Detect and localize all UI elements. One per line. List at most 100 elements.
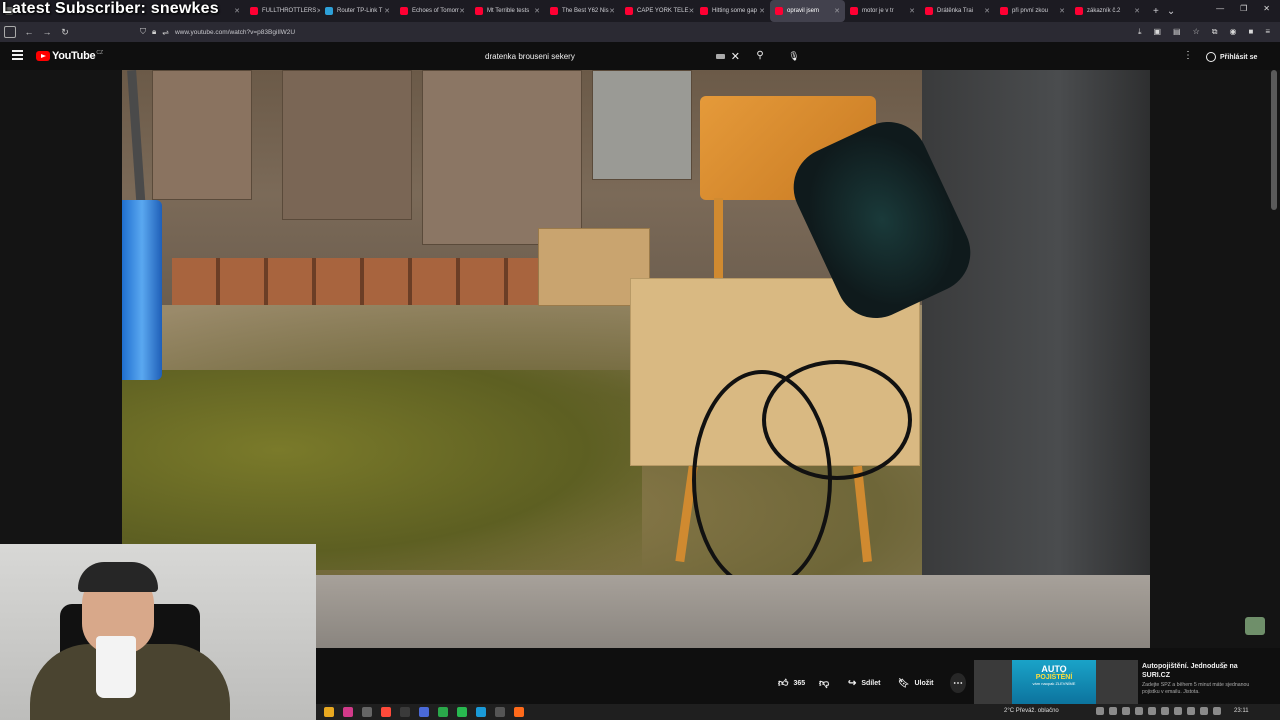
search-box[interactable]: dratenka brouseni sekery ✕ bbox=[476, 47, 746, 65]
voice-search-button[interactable]: 🎙︎ bbox=[786, 48, 802, 64]
close-tab-icon[interactable]: ✕ bbox=[1059, 7, 1065, 15]
close-tab-icon[interactable]: ✕ bbox=[834, 7, 840, 15]
restore-icon[interactable]: ❐ bbox=[1240, 4, 1247, 13]
wifi-icon[interactable] bbox=[1200, 707, 1208, 715]
reader-icon[interactable]: ▤ bbox=[1173, 27, 1181, 37]
ad-banner[interactable]: AUTO POJIŠTĚNÍ vám naopak ZLEVNÍME bbox=[1012, 660, 1096, 708]
app-icon[interactable] bbox=[438, 707, 448, 717]
sidebar-toggle-icon[interactable] bbox=[4, 26, 16, 38]
weather-widget[interactable]: 2°C Převáž. oblačno bbox=[1004, 708, 1059, 714]
account-icon[interactable]: ◉ bbox=[1230, 27, 1237, 37]
app-icon[interactable] bbox=[495, 707, 505, 717]
instagram-icon[interactable] bbox=[343, 707, 353, 717]
tab-11[interactable]: Drátěnka Trai ✕ bbox=[920, 0, 995, 22]
more-actions-button[interactable]: ⋯ bbox=[950, 673, 966, 693]
tab-active[interactable]: opravil jsem ✕ bbox=[770, 0, 845, 22]
close-tab-icon[interactable]: ✕ bbox=[234, 7, 240, 15]
save-button[interactable]: 🔖︎ Uložit bbox=[898, 673, 934, 693]
app-icon[interactable] bbox=[400, 707, 410, 717]
share-button[interactable]: ↪ Sdílet bbox=[848, 673, 880, 693]
tab-label: FULLTHROTTLERS bbox=[262, 8, 317, 14]
share-label: Sdílet bbox=[861, 679, 881, 687]
address-bar[interactable]: ⛉ 🔒︎ ⇌ www.youtube.com/watch?v=p83BgiIlW… bbox=[140, 24, 1120, 40]
youtube-favicon-icon bbox=[1075, 7, 1083, 15]
page-scrollbar[interactable] bbox=[1271, 70, 1277, 210]
like-button[interactable]: 👍︎ 365 bbox=[778, 673, 805, 693]
ad-title[interactable]: Autopojištění. Jednoduše na SURI.CZ bbox=[1142, 662, 1252, 680]
close-tab-icon[interactable]: ✕ bbox=[688, 7, 694, 15]
menu-icon[interactable]: ≡ bbox=[1265, 27, 1270, 37]
sign-in-label: Přihlásit se bbox=[1220, 53, 1258, 61]
tray-icon[interactable] bbox=[1109, 707, 1117, 715]
tab-10[interactable]: motor je v tr ✕ bbox=[845, 0, 920, 22]
close-tab-icon[interactable]: ✕ bbox=[759, 7, 765, 15]
close-tab-icon[interactable]: ✕ bbox=[909, 7, 915, 15]
youtube-favicon-icon bbox=[400, 7, 408, 15]
addon-icon[interactable]: ■ bbox=[1248, 27, 1253, 37]
close-tab-icon[interactable]: ✕ bbox=[984, 7, 990, 15]
edge-icon[interactable] bbox=[476, 707, 486, 717]
bookmark-star-icon[interactable]: ☆ bbox=[1193, 27, 1200, 37]
forward-icon[interactable]: → bbox=[38, 27, 56, 37]
tab-5[interactable]: Mt Terrible tests ✕ bbox=[470, 0, 545, 22]
minimize-icon[interactable]: — bbox=[1216, 4, 1224, 13]
tray-icon[interactable] bbox=[1187, 707, 1195, 715]
chevron-down-icon[interactable]: ⌄ bbox=[1167, 6, 1175, 17]
new-tab-icon[interactable]: + bbox=[1153, 6, 1159, 17]
tab-7[interactable]: CAPE YORK TELE ✕ bbox=[620, 0, 695, 22]
tab-6[interactable]: The Best Y62 Nis ✕ bbox=[545, 0, 620, 22]
search-input[interactable]: dratenka brouseni sekery bbox=[476, 52, 716, 61]
settings-kebab-icon[interactable]: ⋮ bbox=[1183, 51, 1193, 61]
tab-13[interactable]: zákazník č.2 ✕ bbox=[1070, 0, 1145, 22]
extensions-icon[interactable]: ⧉ bbox=[1212, 27, 1218, 37]
save-label: Uložit bbox=[914, 679, 934, 687]
taskbar-clock[interactable]: 23:11 bbox=[1234, 708, 1249, 714]
close-tab-icon[interactable]: ✕ bbox=[459, 7, 465, 15]
tray-icon[interactable] bbox=[1135, 707, 1143, 715]
keyboard-icon[interactable] bbox=[715, 53, 725, 59]
tray-icon[interactable] bbox=[1096, 707, 1104, 715]
tray-icon[interactable] bbox=[1122, 707, 1130, 715]
close-tab-icon[interactable]: ✕ bbox=[1134, 7, 1140, 15]
clear-search-icon[interactable]: ✕ bbox=[731, 50, 740, 63]
pip-icon[interactable]: ▣ bbox=[1153, 27, 1161, 37]
screen: ✕ FULLTHROTTLERS ✕ Router TP-Link T ✕ Ec… bbox=[0, 0, 1280, 720]
firefox-icon[interactable] bbox=[514, 707, 524, 717]
dislike-button[interactable]: 👎︎ bbox=[819, 673, 829, 693]
spotify-icon[interactable] bbox=[457, 707, 467, 717]
brave-icon[interactable] bbox=[381, 707, 391, 717]
tray-icon[interactable] bbox=[1174, 707, 1182, 715]
hamburger-menu-icon[interactable] bbox=[12, 50, 23, 60]
lock-icon[interactable]: 🔒︎ bbox=[152, 27, 156, 37]
tab-label: opravil jsem bbox=[787, 8, 820, 14]
app-icon[interactable] bbox=[362, 707, 372, 717]
stream-overlay-title: Latest Subscriber: snewkes bbox=[2, 0, 219, 17]
tab-2[interactable]: FULLTHROTTLERS ✕ bbox=[245, 0, 320, 22]
close-tab-icon[interactable]: ✕ bbox=[609, 7, 615, 15]
window-controls: — ❐ ✕ bbox=[1216, 4, 1270, 13]
reload-icon[interactable]: ↻ bbox=[56, 27, 74, 38]
close-tab-icon[interactable]: ✕ bbox=[384, 7, 390, 15]
downloads-icon[interactable]: ⤓ bbox=[1138, 27, 1142, 37]
close-window-icon[interactable]: ✕ bbox=[1263, 4, 1270, 13]
ad-menu-icon[interactable]: ⋮ bbox=[1220, 661, 1228, 670]
video-chair-leg bbox=[714, 198, 723, 280]
tray-icon[interactable] bbox=[1161, 707, 1169, 715]
url-text[interactable]: www.youtube.com/watch?v=p83BgiIlW2U bbox=[175, 29, 295, 36]
app-icon[interactable] bbox=[419, 707, 429, 717]
tab-4[interactable]: Echoes of Tomorr ✕ bbox=[395, 0, 470, 22]
search-button[interactable]: ⚲ bbox=[750, 47, 770, 65]
video-cable-loop bbox=[762, 360, 912, 480]
close-tab-icon[interactable]: ✕ bbox=[534, 7, 540, 15]
permissions-icon[interactable]: ⇌ bbox=[162, 28, 169, 37]
tab-8[interactable]: Hitting some gap ✕ bbox=[695, 0, 770, 22]
youtube-logo[interactable]: YouTube CZ bbox=[36, 50, 103, 62]
sign-in-button[interactable]: Přihlásit se bbox=[1200, 48, 1263, 66]
shield-icon[interactable]: ⛉ bbox=[140, 27, 146, 37]
tab-3[interactable]: Router TP-Link T ✕ bbox=[320, 0, 395, 22]
tab-12[interactable]: při první zkou ✕ bbox=[995, 0, 1070, 22]
volume-icon[interactable] bbox=[1213, 707, 1221, 715]
back-icon[interactable]: ← bbox=[20, 27, 38, 37]
vlc-icon[interactable] bbox=[324, 707, 334, 717]
tray-icon[interactable] bbox=[1148, 707, 1156, 715]
